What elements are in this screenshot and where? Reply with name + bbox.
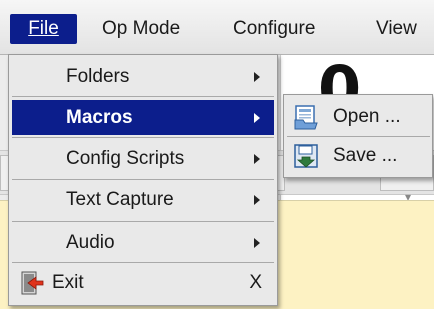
menu-item-audio[interactable]: Audio	[12, 225, 274, 260]
menu-op-mode[interactable]: Op Mode	[102, 14, 180, 44]
submenu-item-label: Open ...	[333, 106, 401, 127]
menu-item-exit[interactable]: Exit X	[12, 265, 274, 300]
submenu-arrow-icon	[254, 154, 260, 164]
menu-item-label: Exit	[52, 272, 84, 293]
submenu-arrow-icon	[254, 195, 260, 205]
macros-submenu: Open ... Save ...	[283, 94, 433, 178]
menu-file-label: File	[28, 18, 59, 39]
menu-item-label: Config Scripts	[66, 148, 185, 169]
exit-icon	[21, 271, 44, 295]
submenu-item-save[interactable]: Save ...	[287, 138, 430, 174]
menu-item-label: Macros	[66, 107, 133, 128]
menu-item-shortcut: X	[249, 272, 262, 293]
menu-separator	[12, 179, 274, 180]
menu-view[interactable]: View	[376, 14, 417, 44]
open-document-icon	[294, 105, 318, 130]
menu-item-label: Audio	[66, 232, 115, 253]
menu-bar: File Op Mode Configure View	[0, 0, 434, 55]
menu-configure[interactable]: Configure	[233, 14, 315, 44]
submenu-arrow-icon	[254, 113, 260, 123]
menu-separator	[12, 137, 274, 138]
menu-item-label: Text Capture	[66, 189, 174, 210]
submenu-arrow-icon	[254, 238, 260, 248]
save-document-icon	[294, 144, 318, 168]
menu-item-config-scripts[interactable]: Config Scripts	[12, 141, 274, 176]
submenu-arrow-icon	[254, 72, 260, 82]
submenu-item-label: Save ...	[333, 145, 398, 166]
menu-separator	[12, 96, 274, 97]
menu-separator	[12, 221, 274, 222]
menu-item-folders[interactable]: Folders	[12, 59, 274, 94]
menu-item-text-capture[interactable]: Text Capture	[12, 182, 274, 217]
menu-item-macros[interactable]: Macros	[12, 100, 274, 135]
menu-item-label: Folders	[66, 66, 130, 87]
menu-separator	[287, 136, 430, 137]
menu-file[interactable]: File	[10, 14, 77, 44]
file-menu-dropdown: Folders Macros Config Scripts Text Captu…	[8, 54, 278, 306]
menu-separator	[12, 262, 274, 263]
submenu-item-open[interactable]: Open ...	[287, 99, 430, 135]
